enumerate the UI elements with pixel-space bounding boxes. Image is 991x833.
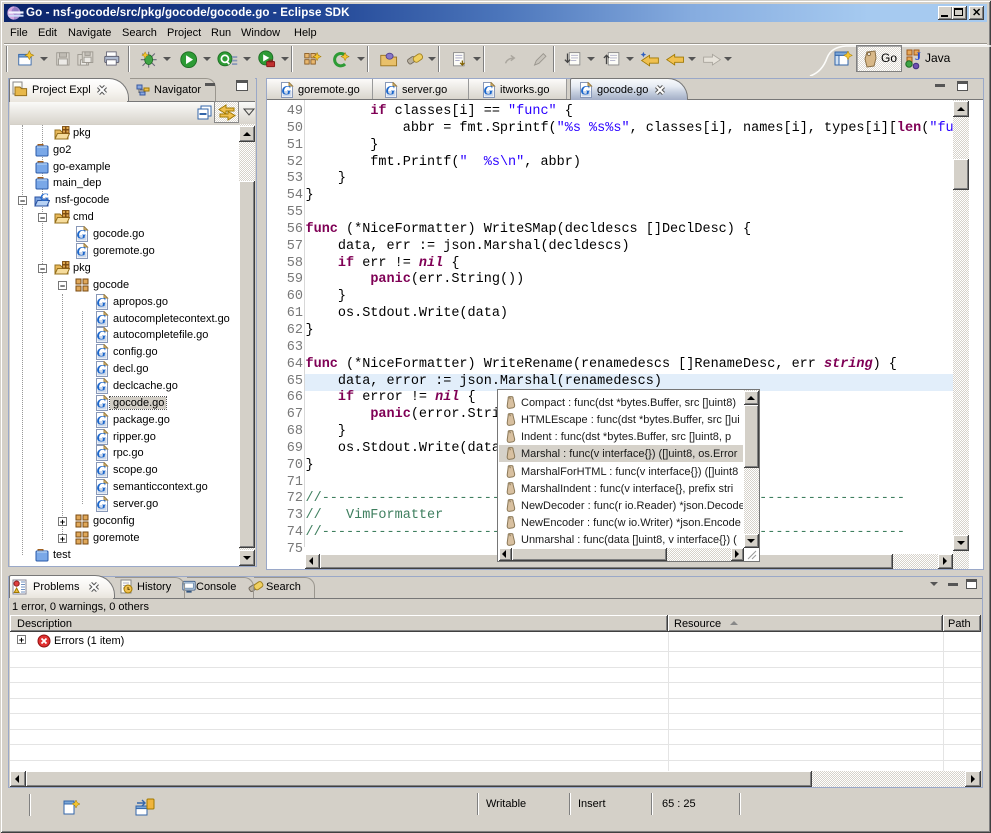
svg-text:J: J: [915, 49, 921, 63]
